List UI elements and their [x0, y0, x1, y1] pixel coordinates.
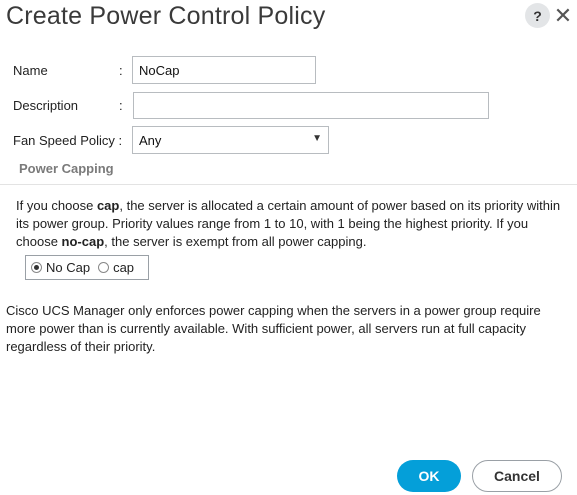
- power-capping-radio-group: No Cap cap: [25, 255, 149, 280]
- fan-speed-policy-label: Fan Speed Policy :: [13, 133, 123, 148]
- fan-speed-policy-select[interactable]: Any ▼: [132, 126, 329, 154]
- section-divider: [0, 184, 577, 185]
- power-capping-description: If you choose cap, the server is allocat…: [16, 198, 561, 249]
- ok-button[interactable]: OK: [397, 460, 461, 492]
- cancel-button[interactable]: Cancel: [472, 460, 562, 492]
- cap-radio[interactable]: [98, 262, 110, 273]
- description-label: Description: [13, 98, 79, 113]
- description-colon: :: [119, 98, 123, 113]
- close-icon[interactable]: ✕: [552, 3, 574, 28]
- radio-selected-dot: [34, 265, 39, 270]
- help-icon[interactable]: ?: [525, 3, 550, 28]
- power-capping-heading: Power Capping: [19, 161, 114, 176]
- no-cap-radio[interactable]: [31, 262, 42, 273]
- name-input-value: NoCap: [139, 62, 180, 78]
- name-input[interactable]: NoCap: [132, 56, 316, 84]
- name-label: Name: [13, 63, 48, 78]
- no-cap-radio-label[interactable]: No Cap: [46, 260, 90, 275]
- cap-radio-label[interactable]: cap: [113, 260, 134, 275]
- term-cap: cap: [96, 198, 120, 213]
- chevron-down-icon: ▼: [312, 133, 322, 144]
- dialog-title: Create Power Control Policy: [6, 2, 326, 30]
- term-no-cap: no-cap: [61, 234, 105, 249]
- enforcement-note: Cisco UCS Manager only enforces power ca…: [6, 303, 541, 354]
- name-colon: :: [119, 63, 123, 78]
- fan-speed-policy-value: Any: [139, 132, 162, 148]
- description-input[interactable]: [133, 92, 489, 119]
